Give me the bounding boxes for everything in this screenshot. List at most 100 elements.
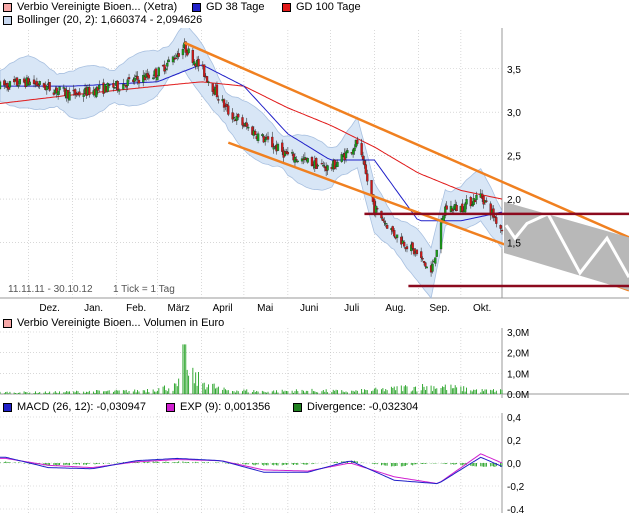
- volume-chart: 3,0M 2,0M 1,0M 0,0M: [0, 328, 629, 398]
- candle-body: [482, 196, 485, 205]
- x-tick-label: Mai: [257, 303, 273, 314]
- candle-body: [37, 84, 40, 87]
- candle-body: [422, 260, 426, 263]
- candle-body: [463, 203, 467, 213]
- x-tick-label: Aug.: [385, 303, 406, 314]
- candle-body: [395, 234, 399, 238]
- macd-y-tick-label: 0,0: [507, 459, 521, 470]
- candle-body: [286, 151, 290, 155]
- x-tick-label: Jan.: [84, 303, 103, 314]
- candle-body: [254, 131, 257, 135]
- candle-body: [18, 79, 22, 85]
- candle-body: [316, 164, 319, 167]
- candle-body: [306, 158, 309, 163]
- candle-body: [356, 139, 359, 144]
- macd-y-tick-label: 0,4: [507, 413, 521, 424]
- legend-swatch-price: [3, 3, 12, 12]
- candle-body: [403, 241, 406, 247]
- candle-body: [227, 105, 230, 115]
- candle-body: [62, 87, 65, 89]
- candle-body: [353, 147, 356, 152]
- candle-body: [455, 204, 458, 212]
- legend-label-bollinger: Bollinger (20, 2): 1,660374 - 2,094626: [17, 14, 203, 26]
- candle-body: [256, 133, 260, 142]
- bollinger-legend: Bollinger (20, 2): 1,660374 - 2,094626: [0, 14, 629, 27]
- legend-swatch-gd100: [282, 3, 291, 12]
- candle-body: [205, 76, 209, 82]
- legend-label-price: Verbio Vereinigte Bioen... (Xetra): [17, 1, 178, 13]
- candle-body: [152, 77, 155, 79]
- candle-body: [197, 58, 200, 67]
- candle-body: [366, 173, 369, 182]
- candle-body: [364, 164, 368, 174]
- candle-body: [113, 87, 117, 89]
- candle-body: [157, 67, 160, 77]
- candle-body: [116, 80, 119, 90]
- candle-body: [385, 225, 389, 229]
- candle-body: [8, 81, 12, 88]
- legend-label-gd100: GD 100 Tage: [296, 1, 361, 13]
- macd-y-axis: 0,4 0,2 0,0 -0,2 -0,4: [507, 413, 525, 513]
- candle-body: [117, 89, 121, 92]
- candle-body: [123, 84, 126, 86]
- volume-y-tick-label: 0,0M: [507, 390, 529, 398]
- candle-body: [442, 215, 446, 221]
- x-tick-label: April: [213, 303, 233, 314]
- candle-body: [207, 81, 210, 83]
- x-tick-label: Okt.: [473, 303, 491, 314]
- candle-body: [296, 160, 299, 163]
- candle-body: [38, 81, 41, 85]
- volume-y-tick-label: 3,0M: [507, 328, 529, 339]
- price-chart: 3,5 3,0 2,5 2,0 1,5 Dez. Jan. Feb. März April Mai…: [0, 28, 629, 314]
- candle-body: [320, 163, 324, 165]
- x-tick-label: Juni: [300, 303, 318, 314]
- candle-body: [45, 86, 48, 91]
- legend-swatch-gd38: [192, 3, 201, 12]
- candle-body: [411, 242, 414, 249]
- legend-swatch-exp: [166, 403, 175, 412]
- candle-body: [112, 82, 115, 88]
- x-tick-label: Dez.: [39, 303, 60, 314]
- candle-body: [500, 229, 504, 232]
- candle-body: [203, 64, 206, 77]
- volume-grid: [0, 328, 629, 398]
- candle-body: [272, 147, 275, 150]
- candle-body: [473, 200, 477, 203]
- date-range-label: 11.11.11 - 30.10.12: [8, 284, 93, 295]
- candle-body: [28, 81, 31, 86]
- candle-body: [164, 68, 168, 71]
- candle-body: [431, 263, 434, 272]
- candle-body: [322, 165, 325, 167]
- candle-body: [264, 138, 267, 142]
- candle-body: [137, 80, 141, 84]
- candle-body: [333, 159, 336, 169]
- volume-y-axis: 3,0M 2,0M 1,0M 0,0M: [507, 328, 529, 398]
- candle-body: [17, 85, 20, 87]
- macd-y-tick-label: -0,2: [507, 482, 525, 493]
- candle-body: [232, 117, 236, 119]
- macd-line: [0, 456, 503, 485]
- candle-body: [191, 50, 195, 63]
- candle-body: [384, 223, 387, 225]
- candle-body: [336, 161, 339, 167]
- volume-bars: [0, 344, 503, 394]
- candle-body: [465, 199, 468, 205]
- volume-y-tick-label: 1,0M: [507, 369, 529, 380]
- candle-body: [247, 126, 250, 129]
- candle-body: [147, 74, 151, 79]
- candle-body: [56, 90, 60, 96]
- candle-body: [166, 62, 169, 67]
- candle-body: [181, 49, 185, 56]
- candle-body: [421, 258, 424, 260]
- volume-y-tick-label: 2,0M: [507, 349, 529, 360]
- candle-body: [290, 152, 294, 154]
- candle-body: [156, 76, 159, 81]
- x-tick-label: Juli: [344, 303, 359, 314]
- x-tick-label: März: [168, 303, 190, 314]
- candle-body: [15, 77, 19, 86]
- macd-divergence-bars: [0, 460, 503, 468]
- candle-body: [281, 142, 284, 152]
- y-tick-label: 3,0: [507, 108, 521, 119]
- x-tick-label: Feb.: [126, 303, 146, 314]
- candle-body: [370, 180, 373, 196]
